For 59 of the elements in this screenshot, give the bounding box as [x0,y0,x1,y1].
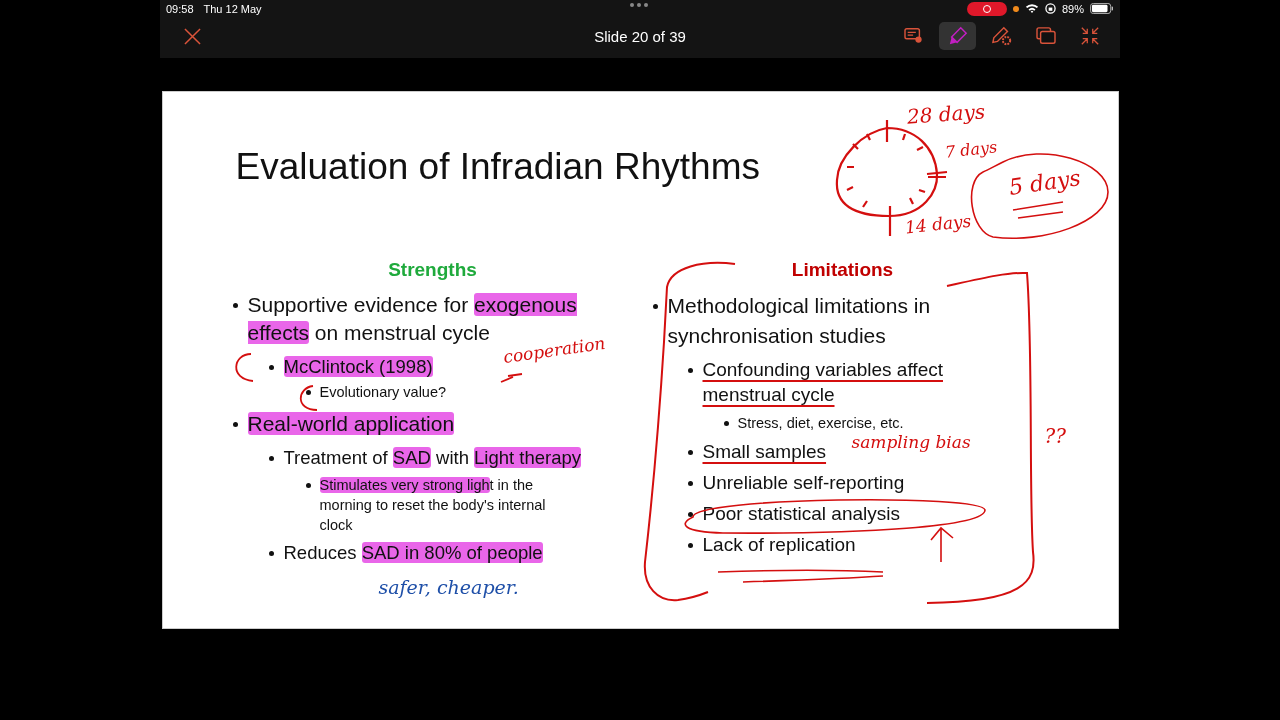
collapse-arrows-icon [1079,26,1100,46]
bullet-icon [723,421,729,426]
bullet-icon [268,364,274,370]
wifi-icon [1024,3,1039,14]
recording-indicator-icon [966,1,1007,16]
handwritten-note: 28 days [905,101,986,127]
battery-icon [1090,3,1114,14]
bullet-icon [652,304,658,309]
bullet-icon [687,511,693,517]
bullet-icon [232,422,238,427]
bullet-text: Reduces SAD in 80% of people [283,541,543,565]
bullet-icon [305,390,311,395]
bullet-text: Confounding variables affect menstrual cycle [702,358,944,407]
bullet-icon [687,480,693,486]
bullet-text: McClintock (1998) [283,355,433,379]
highlighter-button[interactable] [939,22,976,50]
bullet-icon [232,303,238,308]
bullet-icon [687,449,693,455]
bullet-icon [305,483,311,488]
handwritten-note: 5 days [1007,167,1082,199]
handwritten-note: sampling bias [851,434,971,451]
bullet-icon [268,455,274,461]
handwritten-note: 7 days [943,139,998,161]
handwritten-note: ?? [1044,426,1066,446]
handwritten-note: 14 days [903,212,972,237]
paren-mark-drawing [234,353,254,382]
bullet-text: Lack of replication [702,533,856,557]
column-heading: Limitations [791,259,894,281]
more-dots-icon[interactable] [630,3,648,7]
bullet-text: Real-world application [247,411,455,437]
close-icon [184,27,201,45]
paren-mark-drawing [299,385,318,411]
close-button[interactable] [182,25,203,47]
windows-icon [1035,27,1056,45]
status-date: Thu 12 May [203,2,262,15]
bullet-icon [687,542,693,548]
orientation-lock-icon [1044,3,1056,14]
status-time: 09:58 [166,2,194,15]
bullet-text: Treatment of SAD with Light therapy [283,446,582,470]
bullet-text: Stress, diet, exercise, etc. [737,414,904,433]
up-arrow-drawing [929,526,954,563]
microphone-dot-icon [1012,5,1019,12]
pen-gear-icon [991,26,1012,46]
bullet-text: Small samples [702,440,827,464]
bullet-text: Poor statistical analysis [702,502,900,526]
bullet-icon [268,550,274,556]
battery-percentage: 89% [1061,2,1084,15]
bullet-icon [687,367,693,373]
bullet-text: Evolutionary value? [319,383,447,402]
bullet-text: Unreliable self-reporting [702,471,905,495]
bullet-text: Methodological limitations in synchronisation studies [667,293,932,349]
handwritten-note: safer, cheaper. [378,578,519,597]
comment-icon [903,27,924,45]
slide-counter: Slide 20 of 39 [594,27,686,45]
slide-title: Evaluation of Infradian Rhythms [234,145,760,186]
dash-drawing [499,373,523,383]
bullet-text: Stimulates very strong light in the morning to reset the body's internal clock [319,476,547,535]
column-heading: Strengths [388,259,477,281]
highlighter-icon [947,26,968,46]
